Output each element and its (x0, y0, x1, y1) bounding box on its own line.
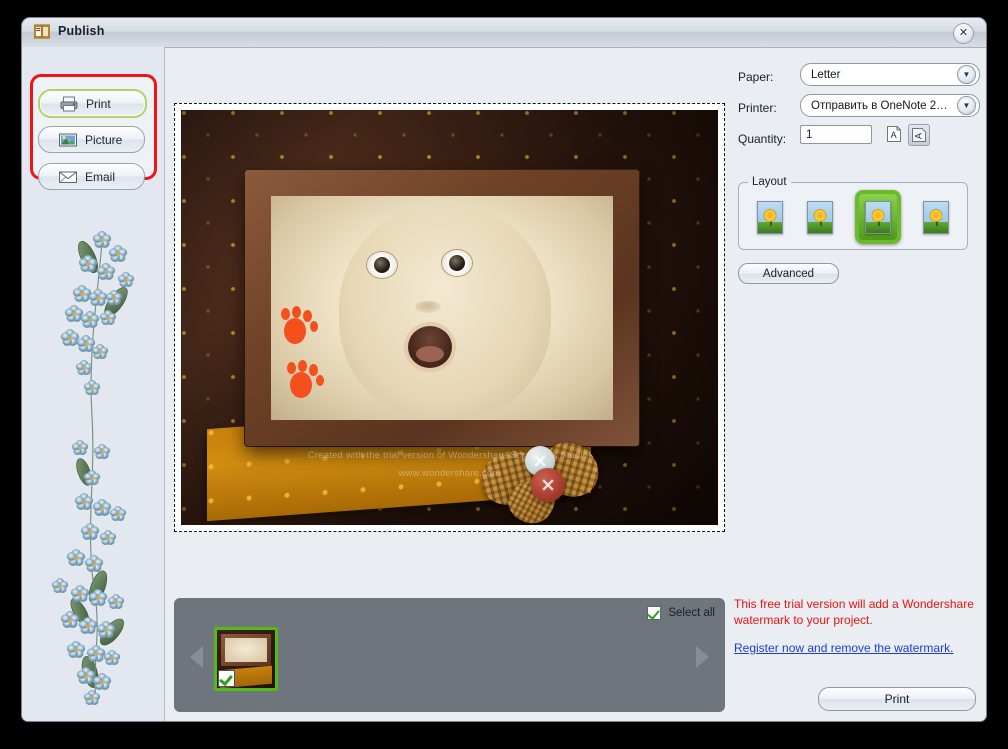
page-thumbnail-checkbox[interactable] (218, 670, 235, 687)
printer-row: Printer: Отправить в OneNote 2010 ▼ (738, 94, 978, 125)
close-icon[interactable]: ✕ (953, 23, 974, 44)
layout-option-3[interactable] (855, 190, 901, 244)
sidebar-item-print-label: Print (86, 97, 111, 111)
frame-mat (271, 196, 613, 420)
arrow-right-icon[interactable] (696, 646, 709, 668)
baby-eye-right (442, 250, 472, 276)
paw-print-1 (279, 306, 319, 346)
page-thumbnail-strip: Select all (174, 598, 725, 712)
printer-label: Printer: (738, 101, 777, 115)
wooden-photo-frame (245, 170, 639, 446)
chevron-down-icon[interactable]: ▼ (957, 65, 976, 84)
advanced-button[interactable]: Advanced (738, 263, 839, 284)
printer-icon (60, 96, 78, 112)
picture-icon (59, 132, 77, 148)
arrow-left-icon[interactable] (190, 646, 203, 668)
paper-row: Paper: Letter ▼ (738, 63, 978, 94)
envelope-icon (59, 169, 77, 185)
plaid-bow (481, 438, 601, 514)
page-preview[interactable]: Created with the trial version of Wonder… (174, 103, 725, 532)
select-all-control[interactable]: Select all (647, 606, 715, 620)
printer-value: Отправить в OneNote 2010 (811, 100, 953, 112)
baby-eye-left (367, 252, 397, 278)
sidebar-item-email[interactable]: Email (38, 163, 145, 190)
portrait-orientation-icon[interactable]: A (884, 124, 904, 144)
select-all-label: Select all (668, 607, 715, 619)
svg-text:A: A (914, 133, 924, 139)
publish-window: Publish ✕ Print (22, 18, 986, 721)
red-button-embellishment (531, 468, 565, 502)
layout-group: Layout (738, 176, 968, 250)
flower-decoration (40, 202, 150, 712)
sidebar-item-picture[interactable]: Picture (38, 126, 145, 153)
layout-legend: Layout (748, 176, 791, 188)
select-all-checkbox[interactable] (647, 606, 661, 620)
chevron-down-icon[interactable]: ▼ (957, 96, 976, 115)
window-title: Publish (58, 24, 105, 38)
quantity-label: Quantity: (738, 132, 786, 146)
baby-photo (271, 196, 613, 420)
scrapbook-page: Created with the trial version of Wonder… (181, 110, 718, 525)
page-thumbnail-item[interactable] (214, 627, 278, 691)
print-settings-panel: Paper: Letter ▼ Printer: Отправить в One… (738, 63, 978, 156)
paper-select[interactable]: Letter ▼ (800, 63, 980, 86)
paw-print-2 (285, 360, 325, 400)
landscape-orientation-icon[interactable]: A (908, 124, 930, 146)
sidebar-item-print[interactable]: Print (38, 89, 147, 118)
baby-face (339, 205, 551, 420)
paper-value: Letter (811, 69, 953, 81)
register-link[interactable]: Register now and remove the watermark. (734, 641, 982, 655)
trial-warning-text: This free trial version will add a Wonde… (734, 596, 982, 628)
sidebar: Print Picture (22, 47, 165, 721)
sidebar-item-picture-label: Picture (85, 133, 122, 147)
trial-notice: This free trial version will add a Wonde… (734, 596, 982, 655)
quantity-row: Quantity: A A (738, 125, 978, 156)
quantity-input[interactable] (800, 125, 872, 144)
print-button[interactable]: Print (818, 687, 976, 711)
layout-option-1[interactable] (755, 198, 785, 236)
sidebar-item-email-label: Email (85, 170, 115, 184)
paper-label: Paper: (738, 70, 773, 84)
title-bar: Publish ✕ (22, 18, 986, 48)
layout-option-2[interactable] (805, 198, 835, 236)
baby-mouth (408, 326, 452, 368)
svg-text:A: A (891, 130, 897, 140)
publish-book-icon (34, 24, 50, 39)
printer-select[interactable]: Отправить в OneNote 2010 ▼ (800, 94, 980, 117)
layout-option-4[interactable] (921, 198, 951, 236)
